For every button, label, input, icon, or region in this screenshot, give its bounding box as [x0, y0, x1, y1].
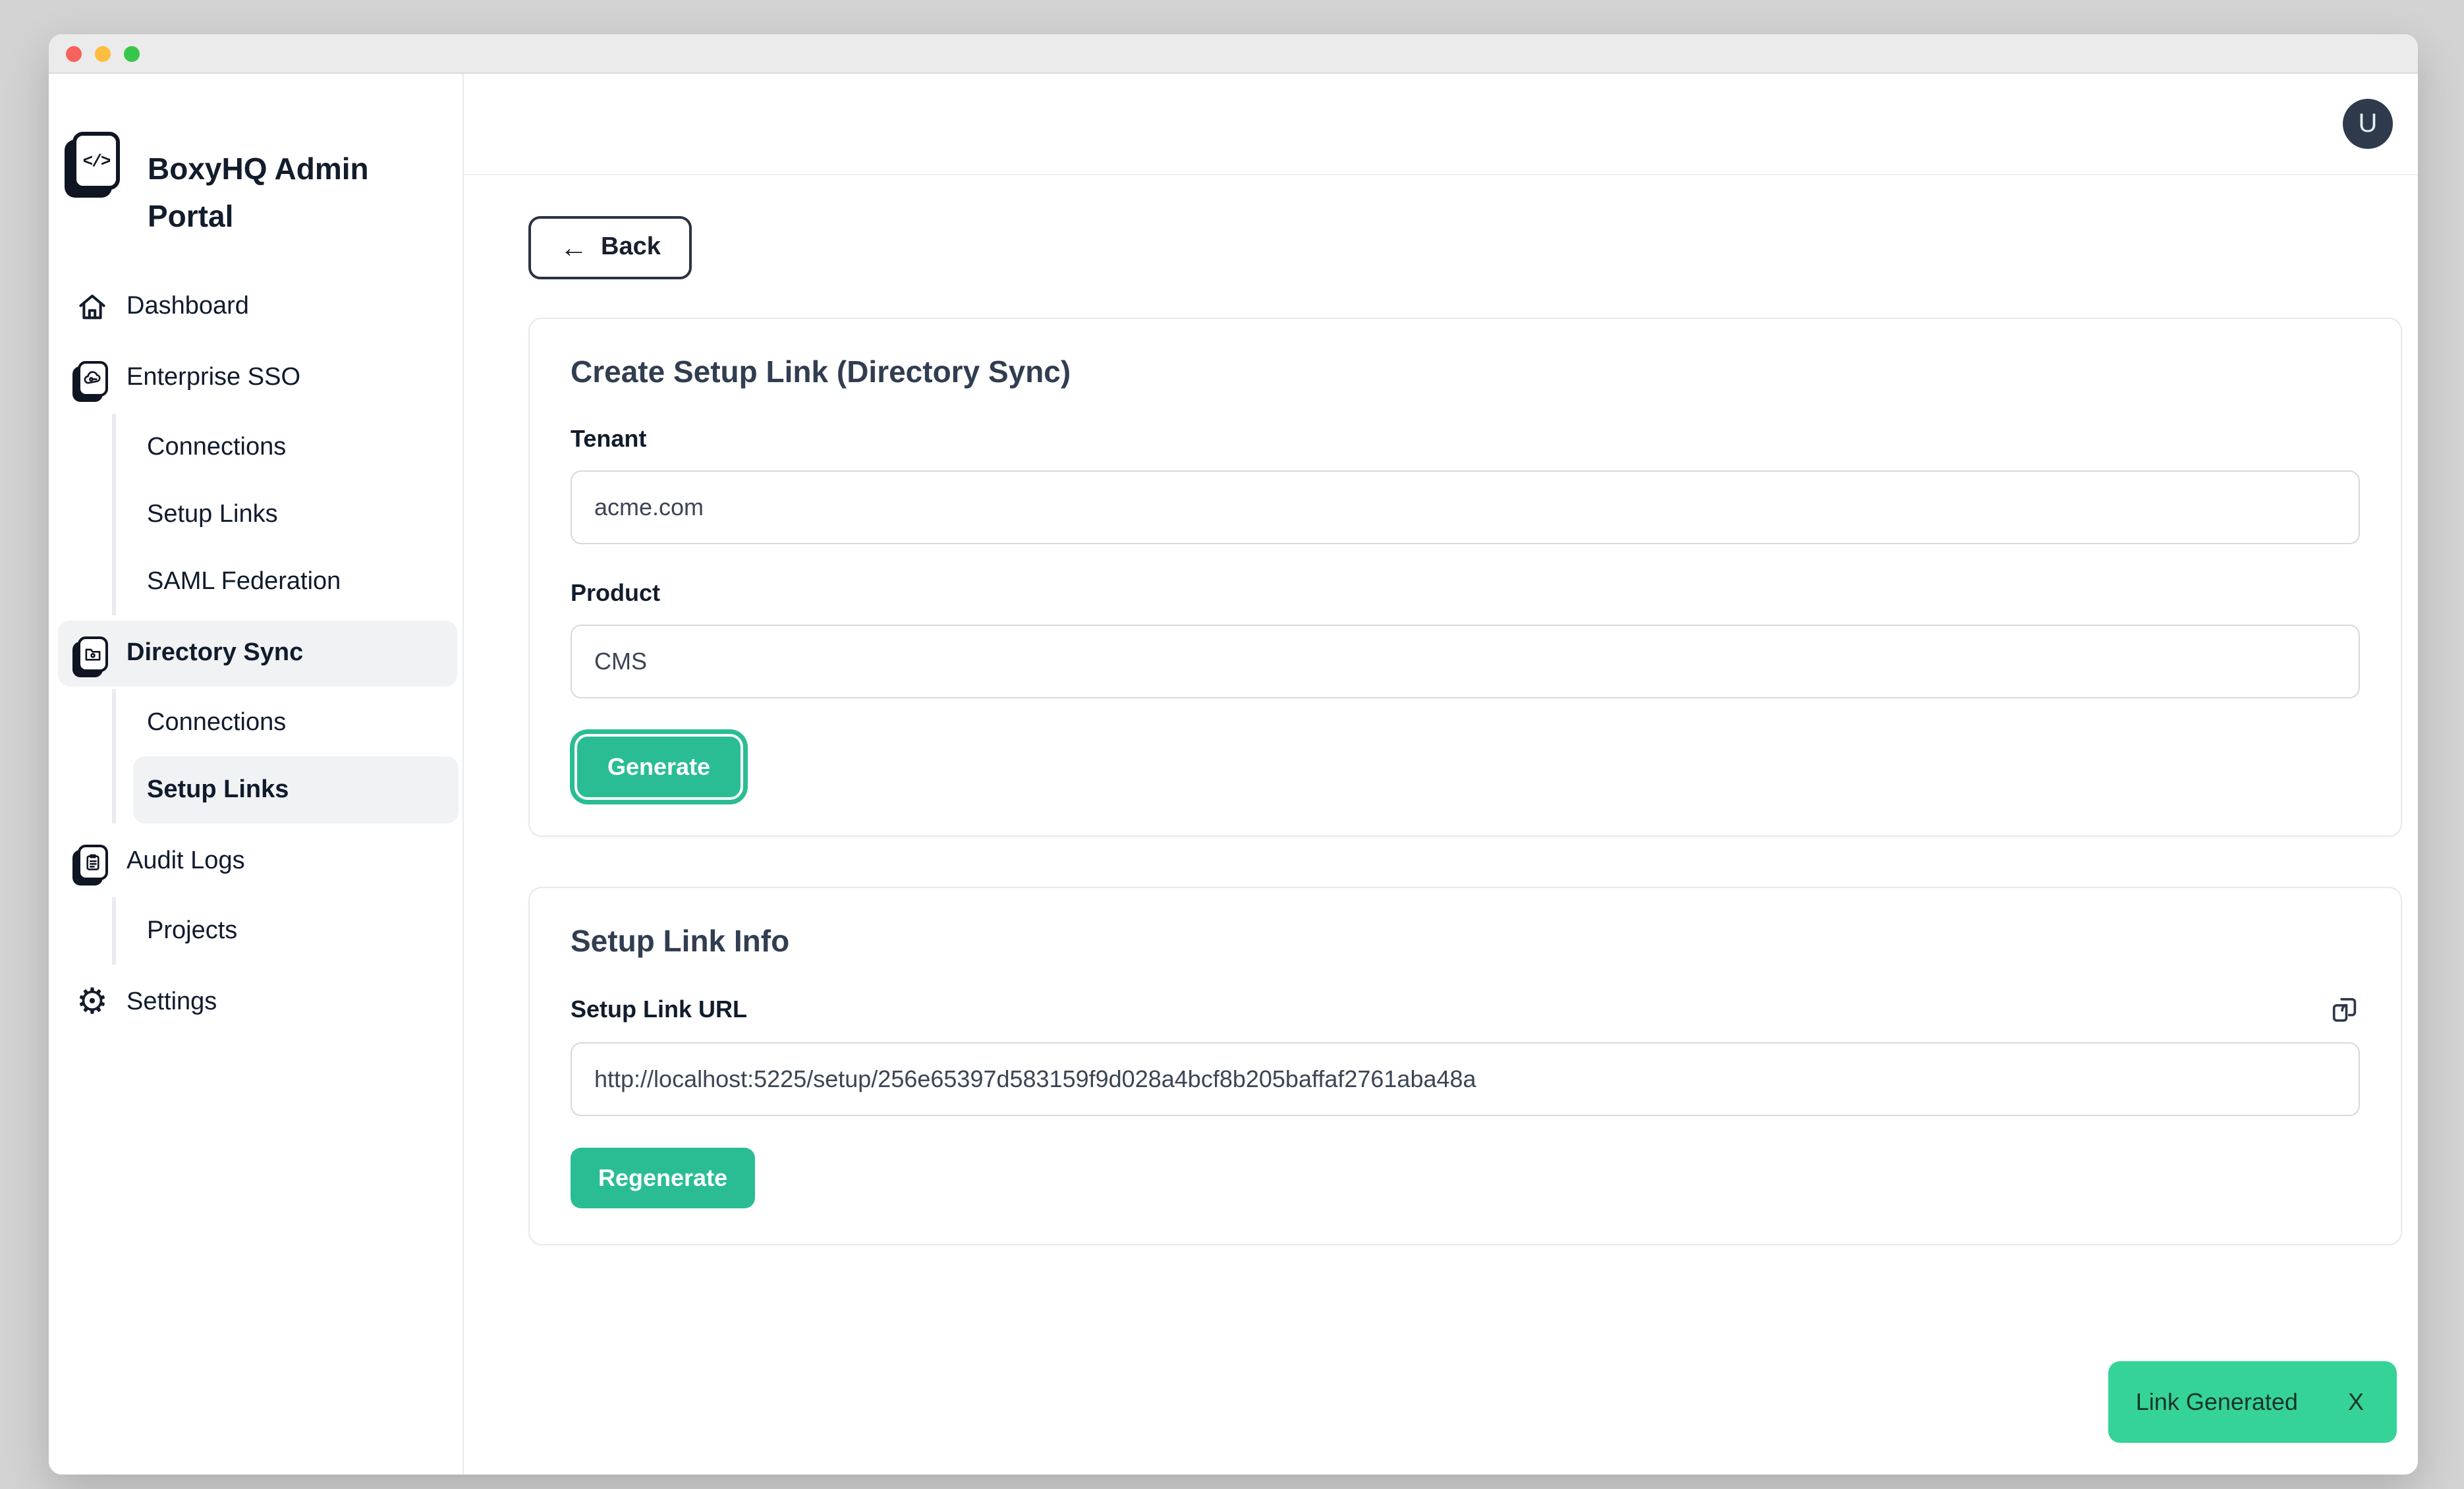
- sidebar-item-dsync-connections[interactable]: Connections: [116, 689, 458, 756]
- app-window: </> BoxyHQ Admin Portal Dash: [49, 34, 2418, 1475]
- sso-cloud-key-icon: [75, 360, 109, 396]
- create-setup-link-card: Create Setup Link (Directory Sync) Tenan…: [528, 318, 2402, 837]
- card-title: Setup Link Info: [571, 924, 2360, 959]
- main-area: U ← Back Create Setup Link (Directory Sy…: [464, 74, 2418, 1475]
- generate-button[interactable]: Generate: [574, 734, 743, 800]
- app-title: BoxyHQ Admin Portal: [148, 145, 369, 240]
- setup-link-url-input[interactable]: [571, 1042, 2360, 1116]
- sidebar-item-enterprise-sso[interactable]: Enterprise SSO: [58, 345, 457, 411]
- toast-notification: Link Generated X: [2108, 1361, 2397, 1443]
- user-avatar[interactable]: U: [2343, 99, 2393, 149]
- close-window-button[interactable]: [66, 45, 82, 61]
- minimize-window-button[interactable]: [95, 45, 111, 61]
- arrow-left-icon: ←: [560, 234, 588, 262]
- page-content: ← Back Create Setup Link (Directory Sync…: [464, 175, 2418, 1245]
- boxyhq-logo-icon: </>: [72, 132, 120, 190]
- sidebar-item-dashboard[interactable]: Dashboard: [58, 274, 457, 340]
- toast-message: Link Generated: [2136, 1388, 2298, 1416]
- sidebar-item-audit-logs[interactable]: Audit Logs: [58, 829, 457, 895]
- sidebar-item-saml-federation[interactable]: SAML Federation: [116, 548, 458, 615]
- card-title: Create Setup Link (Directory Sync): [571, 354, 2360, 390]
- sidebar-item-sso-setup-links[interactable]: Setup Links: [116, 481, 458, 548]
- app-logo[interactable]: </> BoxyHQ Admin Portal: [49, 74, 462, 240]
- clipboard-icon: [75, 844, 109, 880]
- audit-logs-submenu: Projects: [112, 897, 458, 965]
- product-input[interactable]: [571, 625, 2360, 698]
- sidebar-item-settings[interactable]: ⚙ Settings: [58, 970, 457, 1036]
- setup-link-info-card: Setup Link Info Setup Link URL: [528, 887, 2402, 1245]
- toast-close-button[interactable]: X: [2348, 1388, 2364, 1416]
- enterprise-sso-submenu: Connections Setup Links SAML Federation: [112, 414, 458, 615]
- maximize-window-button[interactable]: [124, 45, 140, 61]
- setup-link-url-label: Setup Link URL: [571, 996, 747, 1024]
- copy-to-clipboard-button[interactable]: [2330, 995, 2360, 1025]
- tenant-label: Tenant: [571, 426, 2360, 453]
- top-header: U: [464, 74, 2418, 175]
- copy-icon: [2330, 995, 2360, 1025]
- tenant-input[interactable]: [571, 470, 2360, 544]
- sidebar-item-directory-sync[interactable]: Directory Sync: [58, 621, 457, 687]
- home-icon: [75, 291, 109, 323]
- back-button[interactable]: ← Back: [528, 216, 692, 279]
- regenerate-button[interactable]: Regenerate: [571, 1148, 755, 1208]
- gear-icon: ⚙: [75, 986, 109, 1020]
- desktop: </> BoxyHQ Admin Portal Dash: [0, 0, 2464, 1489]
- sidebar-item-dsync-setup-links[interactable]: Setup Links: [132, 756, 458, 824]
- window-titlebar: [49, 34, 2418, 74]
- sidebar-menu: Dashboard Enterprise SSO: [49, 271, 462, 1036]
- sidebar-item-projects[interactable]: Projects: [116, 897, 458, 965]
- product-label: Product: [571, 580, 2360, 607]
- folder-sync-icon: [75, 636, 109, 671]
- directory-sync-submenu: Connections Setup Links: [112, 689, 458, 824]
- sidebar-item-sso-connections[interactable]: Connections: [116, 414, 458, 481]
- sidebar: </> BoxyHQ Admin Portal Dash: [49, 74, 464, 1475]
